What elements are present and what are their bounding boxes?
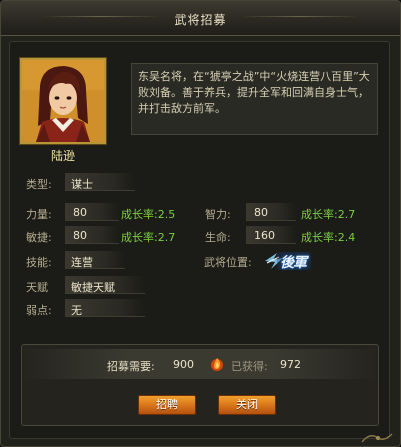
recruit-cost-row xyxy=(21,349,379,379)
talent-value[interactable]: 敏捷天赋 xyxy=(71,279,115,295)
talent-label: 天赋 xyxy=(26,281,48,294)
recruit-need-value: 900 xyxy=(173,358,194,371)
agility-value: 80 xyxy=(73,229,87,242)
title-ornament-right xyxy=(240,16,360,17)
recruit-have-value: 972 xyxy=(280,358,301,371)
strength-growth: 成长率:2.5 xyxy=(121,208,176,221)
general-portrait xyxy=(20,58,106,144)
intellect-label: 智力: xyxy=(205,208,231,221)
life-growth: 成长率:2.4 xyxy=(301,231,356,244)
weakness-label: 弱点: xyxy=(26,304,52,317)
life-value: 160 xyxy=(254,229,275,242)
position-value: 後軍 xyxy=(280,255,307,271)
recruit-window: 武将招募 陆逊 东吴名将，在“猇亭之战”中“火烧连营八百里”大败刘备。善于养兵，… xyxy=(0,0,401,447)
strength-value: 80 xyxy=(73,206,87,219)
portrait-image xyxy=(22,60,104,142)
weakness-value: 无 xyxy=(71,304,82,317)
skill-value[interactable]: 连营 xyxy=(71,254,93,270)
window-title: 武将招募 xyxy=(174,13,227,27)
close-button[interactable]: 关闭 xyxy=(218,395,276,415)
fire-orb-icon xyxy=(209,356,225,372)
skill-label: 技能: xyxy=(26,256,52,269)
corner-ornament-icon xyxy=(360,430,394,444)
recruit-need-label: 招募需要: xyxy=(107,360,155,373)
type-label: 类型: xyxy=(26,178,52,191)
position-label: 武将位置: xyxy=(204,256,252,269)
agility-label: 敏捷: xyxy=(26,231,52,244)
intellect-growth: 成长率:2.7 xyxy=(301,208,356,221)
life-label: 生命: xyxy=(205,231,231,244)
window-titlebar[interactable]: 武将招募 xyxy=(1,1,400,36)
general-name: 陆逊 xyxy=(50,149,75,163)
intellect-value: 80 xyxy=(254,206,268,219)
recruit-button[interactable]: 招聘 xyxy=(138,395,196,415)
strength-label: 力量: xyxy=(26,208,52,221)
agility-growth: 成长率:2.7 xyxy=(121,231,176,244)
general-bio: 东吴名将，在“猇亭之战”中“火烧连营八百里”大败刘备。善于养兵，提升全军和回满自… xyxy=(131,63,378,135)
rear-guard-badge-icon: 後軍 xyxy=(263,249,313,273)
recruit-have-label: 已获得: xyxy=(231,360,268,373)
title-ornament-left xyxy=(41,16,161,17)
type-value: 谋士 xyxy=(71,178,93,191)
